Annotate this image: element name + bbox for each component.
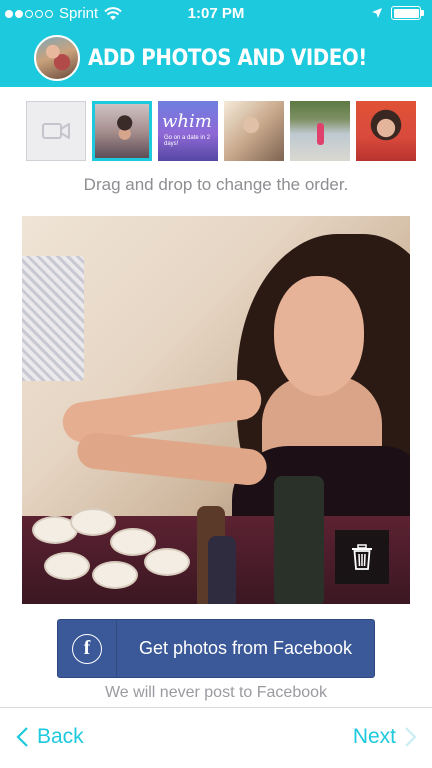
media-thumbnail-strip: whim Go on a date in 2 days! xyxy=(26,101,416,161)
facebook-icon: f xyxy=(72,633,102,664)
video-camera-icon xyxy=(42,123,70,139)
facebook-icon-wrap: f xyxy=(58,620,117,677)
facebook-disclaimer: We will never post to Facebook xyxy=(104,684,328,701)
page-title: ADD PHOTOS AND VIDEO! xyxy=(88,45,367,71)
trash-icon xyxy=(352,544,372,570)
back-label: Back xyxy=(37,725,84,748)
status-time: 1:07 PM xyxy=(187,5,245,22)
back-button[interactable]: Back xyxy=(15,725,84,749)
get-facebook-photos-button[interactable]: f Get photos from Facebook xyxy=(57,619,375,678)
photo-lamp xyxy=(22,256,84,381)
status-bar: Sprint 1:07 PM xyxy=(0,0,432,28)
profile-avatar xyxy=(34,35,81,81)
delete-photo-button[interactable] xyxy=(335,530,389,584)
location-arrow-icon xyxy=(372,8,382,18)
reorder-hint: Drag and drop to change the order. xyxy=(83,175,349,194)
app-header: Sprint 1:07 PM ADD PHOTOS AND VIDEO! xyxy=(0,0,432,87)
selected-photo-preview xyxy=(22,216,410,604)
thumbnail-whim-text: whim xyxy=(162,111,212,132)
chevron-left-icon xyxy=(16,727,28,747)
photo-thumbnail[interactable]: whim Go on a date in 2 days! xyxy=(158,101,218,161)
title-row: ADD PHOTOS AND VIDEO! xyxy=(0,33,432,83)
add-video-slot[interactable] xyxy=(26,101,86,161)
battery-icon xyxy=(391,6,424,20)
next-button[interactable]: Next xyxy=(353,725,418,749)
thumbnail-whim-subtext: Go on a date in 2 days! xyxy=(164,135,211,147)
chevron-right-icon xyxy=(405,727,417,747)
status-right xyxy=(371,6,424,20)
photo-thumbnail[interactable] xyxy=(290,101,350,161)
photo-thumbnail-selected[interactable] xyxy=(92,101,152,161)
facebook-button-label: Get photos from Facebook xyxy=(138,638,353,658)
photo-thumbnail[interactable] xyxy=(356,101,416,161)
bottom-nav: Back Next xyxy=(0,707,432,768)
photo-thumbnail[interactable] xyxy=(224,101,284,161)
next-label: Next xyxy=(352,725,396,748)
